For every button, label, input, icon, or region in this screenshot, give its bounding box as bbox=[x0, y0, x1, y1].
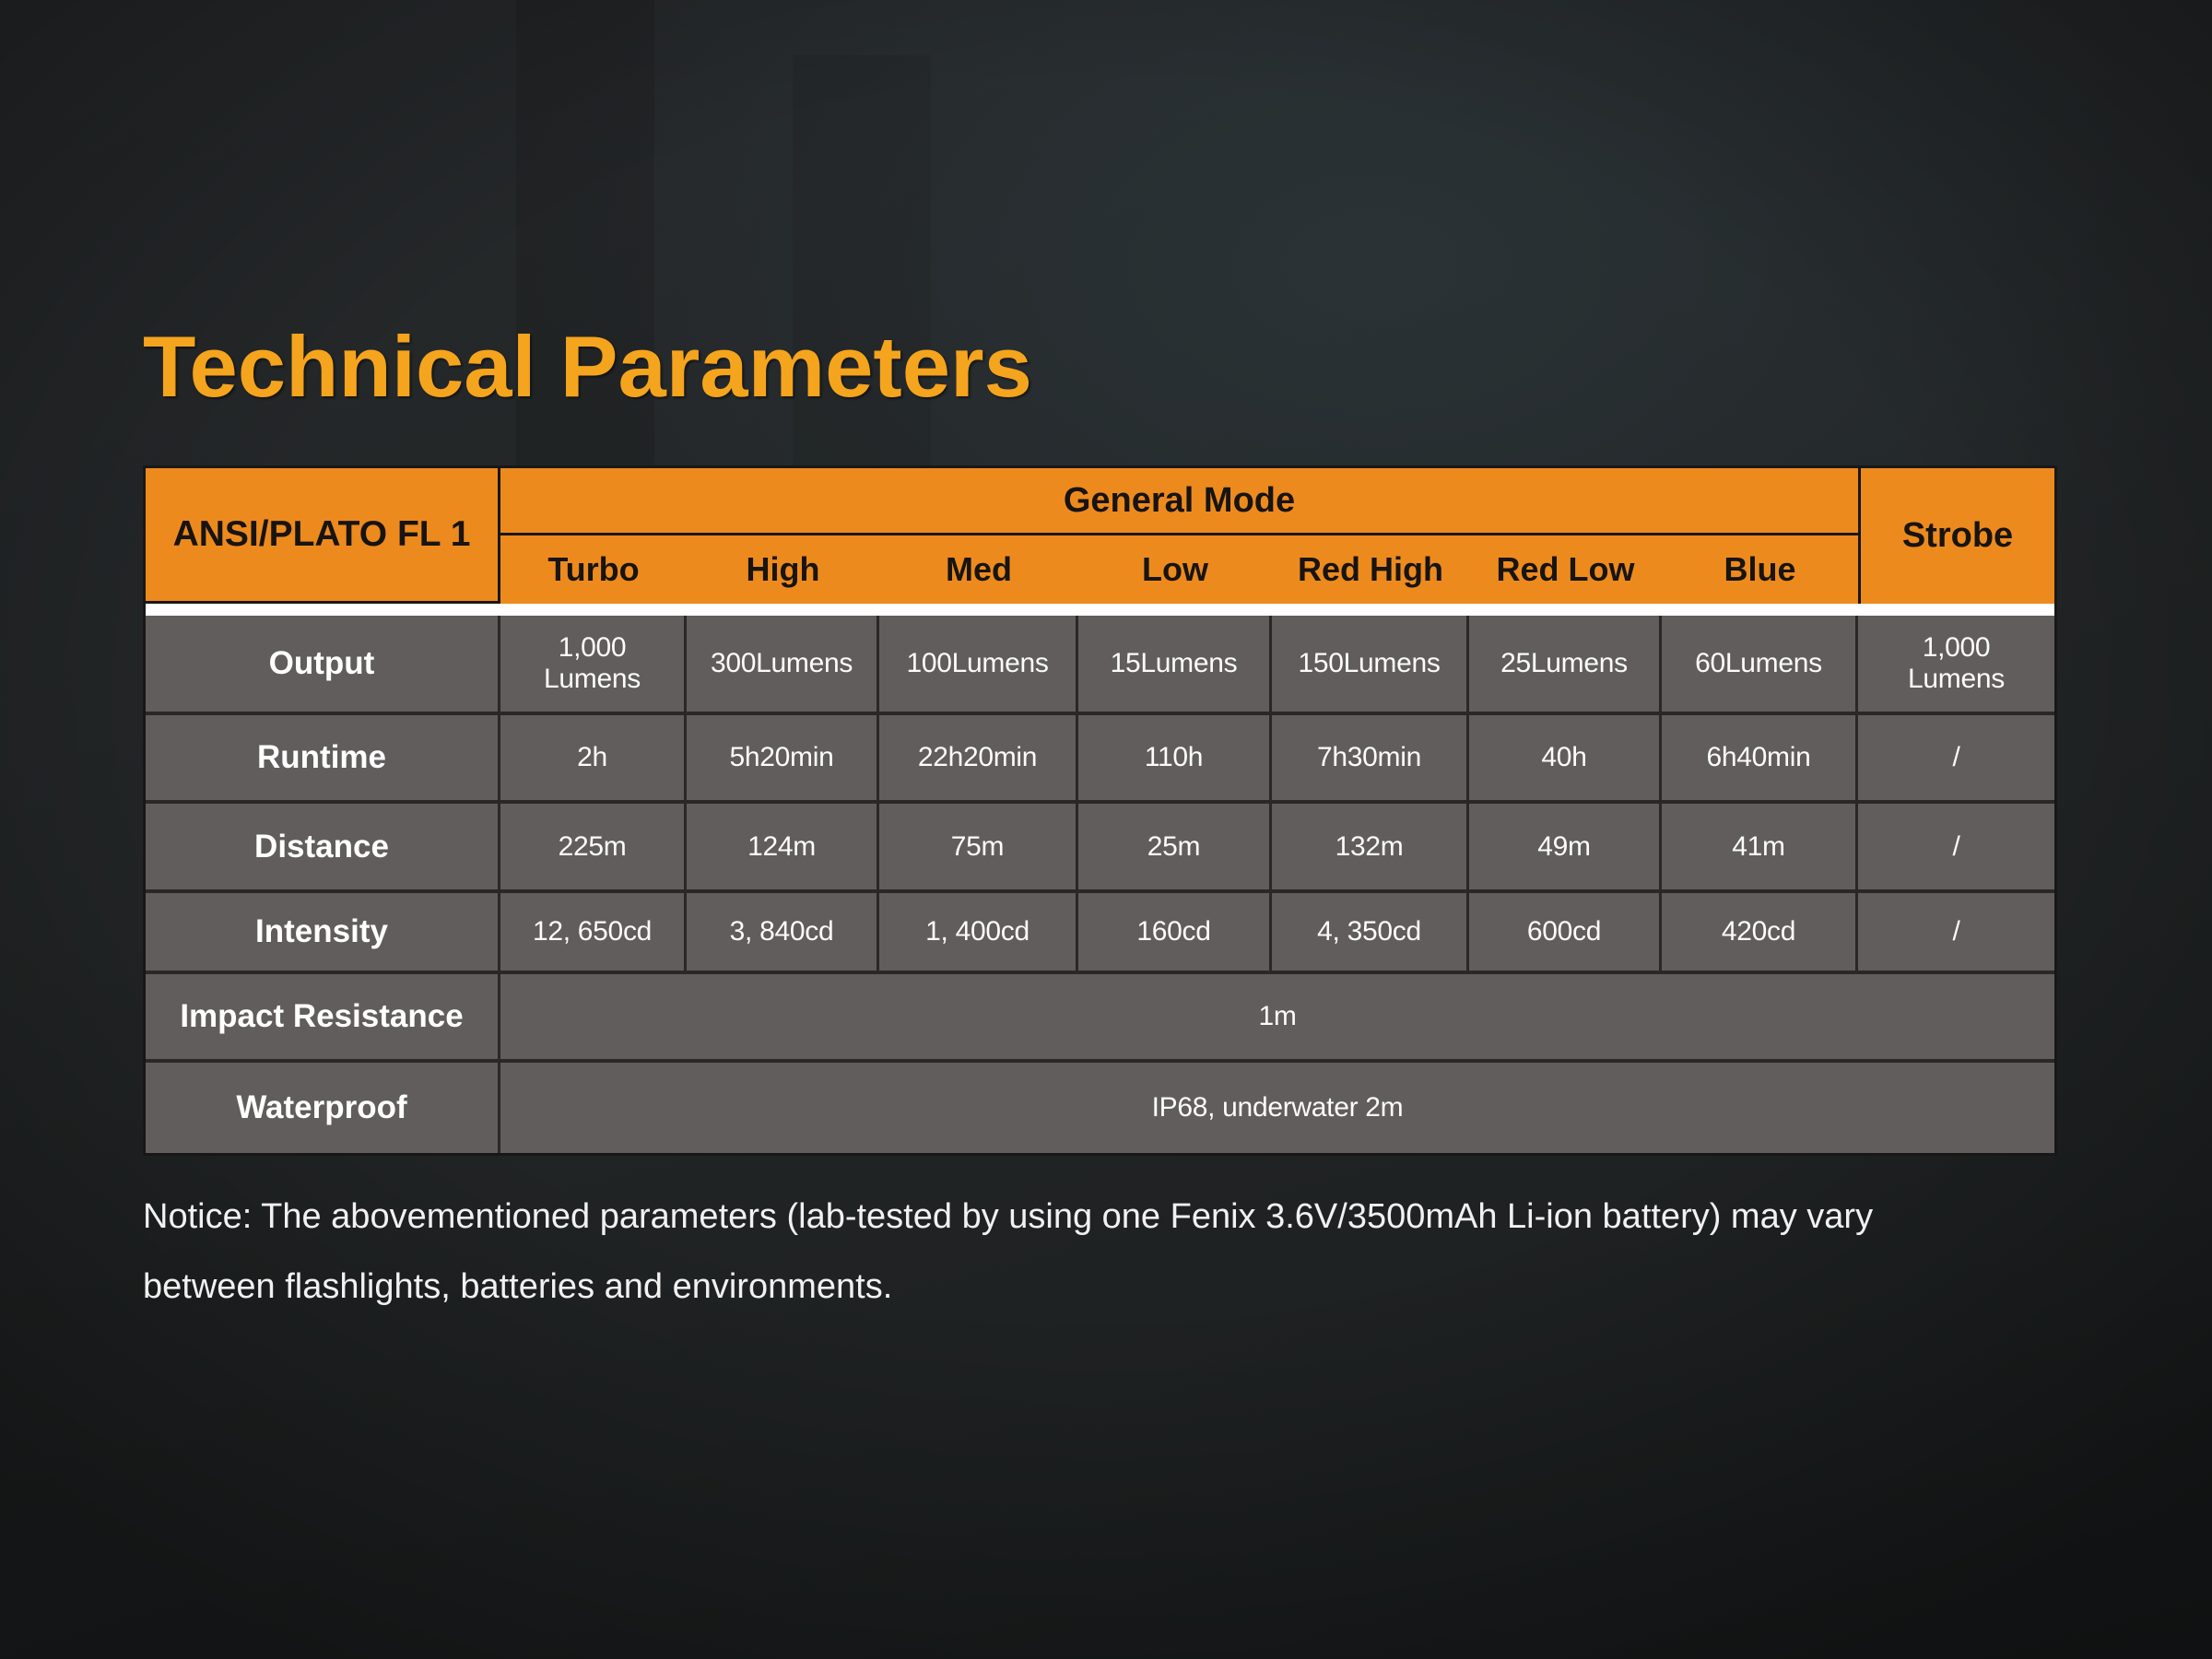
cell-distance-turbo: 225m bbox=[500, 804, 687, 893]
row-label-output: Output bbox=[146, 616, 500, 715]
cell-runtime-med: 22h20min bbox=[879, 715, 1078, 804]
row-label-runtime: Runtime bbox=[146, 715, 500, 804]
cell-impact-resistance-value: 1m bbox=[500, 974, 2054, 1063]
cell-output-blue: 60Lumens bbox=[1662, 616, 1858, 715]
general-mode-group-header: General Mode bbox=[500, 468, 1858, 535]
cell-runtime-blue: 6h40min bbox=[1662, 715, 1858, 804]
col-header-med: Med bbox=[879, 535, 1078, 604]
cell-output-strobe: 1,000 Lumens bbox=[1858, 616, 2054, 715]
cell-output-low: 15Lumens bbox=[1078, 616, 1272, 715]
strobe-column-header: Strobe bbox=[1858, 468, 2054, 604]
cell-output-red-high: 150Lumens bbox=[1272, 616, 1469, 715]
cell-distance-blue: 41m bbox=[1662, 804, 1858, 893]
row-label-distance: Distance bbox=[146, 804, 500, 893]
background-texture-shape bbox=[516, 0, 654, 488]
cell-distance-red-low: 49m bbox=[1469, 804, 1662, 893]
cell-intensity-strobe: / bbox=[1858, 893, 2054, 974]
notice-line-1: Notice: The abovementioned parameters (l… bbox=[143, 1197, 1873, 1236]
cell-intensity-blue: 420cd bbox=[1662, 893, 1858, 974]
cell-distance-high: 124m bbox=[687, 804, 879, 893]
col-header-red-low: Red Low bbox=[1469, 535, 1662, 604]
cell-intensity-red-high: 4, 350cd bbox=[1272, 893, 1469, 974]
cell-runtime-strobe: / bbox=[1858, 715, 2054, 804]
row-label-intensity: Intensity bbox=[146, 893, 500, 974]
page-title: Technical Parameters bbox=[143, 321, 1032, 413]
cell-intensity-low: 160cd bbox=[1078, 893, 1272, 974]
cell-waterproof-value: IP68, underwater 2m bbox=[500, 1063, 2054, 1153]
col-header-red-high: Red High bbox=[1272, 535, 1469, 604]
cell-intensity-red-low: 600cd bbox=[1469, 893, 1662, 974]
background-texture-shape bbox=[793, 55, 931, 488]
table-corner-header: ANSI/PLATO FL 1 bbox=[146, 468, 500, 604]
cell-output-red-low: 25Lumens bbox=[1469, 616, 1662, 715]
col-header-turbo: Turbo bbox=[500, 535, 687, 604]
cell-output-turbo: 1,000 Lumens bbox=[500, 616, 687, 715]
spec-table: ANSI/PLATO FL 1 General Mode Strobe Turb… bbox=[143, 465, 2057, 1156]
cell-intensity-turbo: 12, 650cd bbox=[500, 893, 687, 974]
notice-text: Notice: The abovementioned parameters (l… bbox=[143, 1182, 2088, 1322]
slide-background: Technical Parameters ANSI/PLATO FL 1 Gen… bbox=[0, 0, 2212, 1659]
row-label-waterproof: Waterproof bbox=[146, 1063, 500, 1153]
cell-output-med: 100Lumens bbox=[879, 616, 1078, 715]
cell-distance-strobe: / bbox=[1858, 804, 2054, 893]
col-header-low: Low bbox=[1078, 535, 1272, 604]
header-separator-band bbox=[146, 604, 2054, 616]
row-label-impact-resistance: Impact Resistance bbox=[146, 974, 500, 1063]
notice-line-2: between flashlights, batteries and envir… bbox=[143, 1267, 892, 1306]
col-header-blue: Blue bbox=[1662, 535, 1858, 604]
cell-distance-low: 25m bbox=[1078, 804, 1272, 893]
cell-runtime-red-high: 7h30min bbox=[1272, 715, 1469, 804]
col-header-high: High bbox=[687, 535, 879, 604]
cell-distance-med: 75m bbox=[879, 804, 1078, 893]
cell-intensity-high: 3, 840cd bbox=[687, 893, 879, 974]
cell-intensity-med: 1, 400cd bbox=[879, 893, 1078, 974]
cell-distance-red-high: 132m bbox=[1272, 804, 1469, 893]
cell-runtime-red-low: 40h bbox=[1469, 715, 1662, 804]
cell-runtime-high: 5h20min bbox=[687, 715, 879, 804]
cell-runtime-turbo: 2h bbox=[500, 715, 687, 804]
cell-output-high: 300Lumens bbox=[687, 616, 879, 715]
cell-runtime-low: 110h bbox=[1078, 715, 1272, 804]
